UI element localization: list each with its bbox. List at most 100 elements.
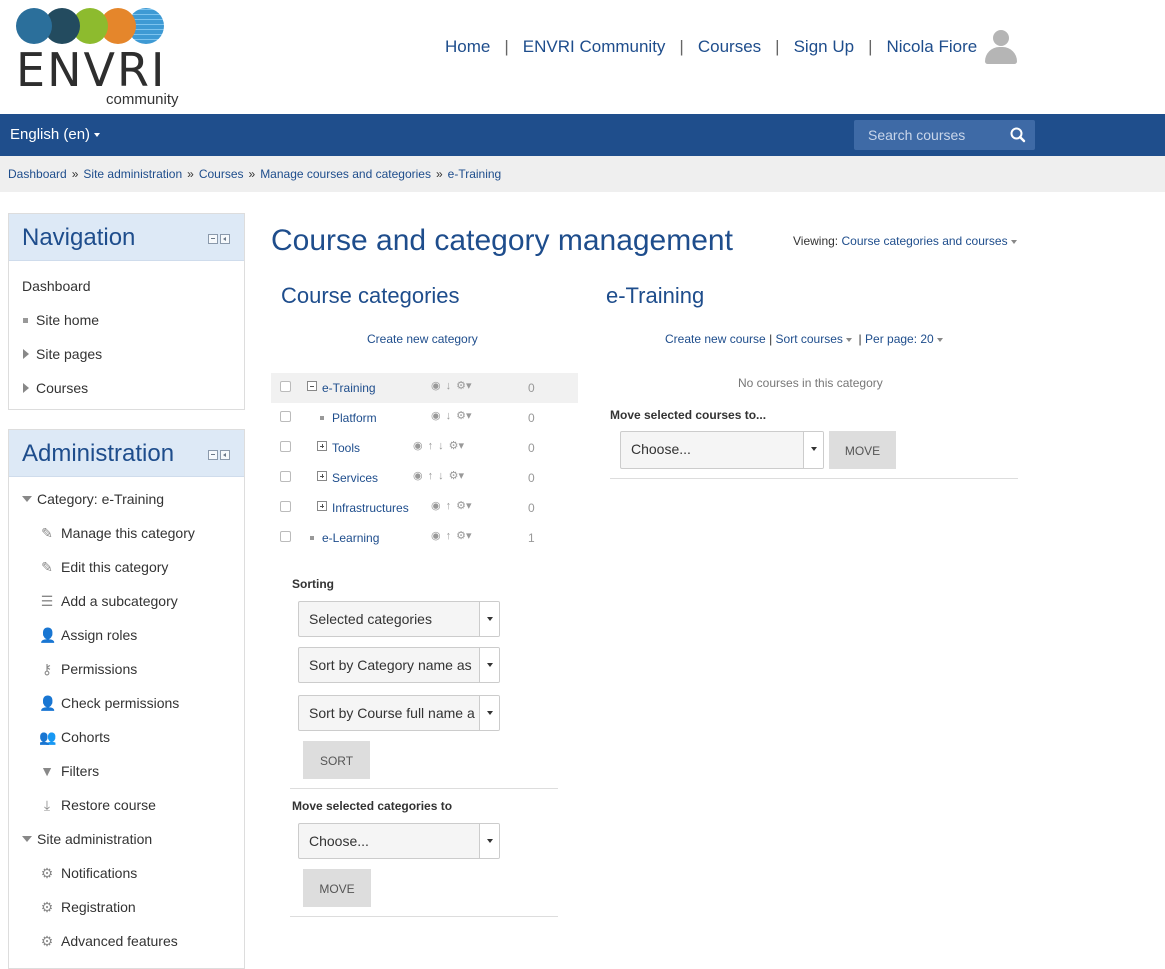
category-row[interactable]: e-Learning ◉ ↑ ⚙▾ 1 [271, 523, 578, 553]
category-checkbox[interactable] [280, 501, 291, 512]
breadcrumb-dashboard[interactable]: Dashboard [8, 167, 67, 181]
sort-button[interactable]: SORT [303, 741, 370, 779]
gear-icon[interactable]: ⚙▾ [449, 440, 464, 452]
eye-icon[interactable]: ◉ [431, 530, 441, 542]
breadcrumb-courses[interactable]: Courses [199, 167, 244, 181]
category-checkbox[interactable] [280, 411, 291, 422]
per-page-menu[interactable]: Per page: 20 [865, 332, 943, 346]
admin-item-advanced-features[interactable]: ⚙ Advanced features [9, 924, 244, 958]
collapse-icon[interactable] [307, 381, 317, 391]
move-up-icon[interactable]: ↑ [428, 470, 434, 482]
gear-icon[interactable]: ⚙▾ [449, 470, 464, 482]
collapse-block-icon[interactable] [208, 450, 218, 460]
sort-courses-select[interactable]: Sort by Course full name a [298, 695, 500, 731]
move-down-icon[interactable]: ↓ [438, 440, 444, 452]
category-checkbox[interactable] [280, 441, 291, 452]
gear-icon[interactable]: ⚙▾ [456, 500, 471, 512]
sort-courses-menu[interactable]: Sort courses [776, 332, 852, 346]
chevron-down-icon [479, 602, 499, 636]
admin-item-edit-this-category[interactable]: ✎ Edit this category [9, 550, 244, 584]
category-name-link[interactable]: e-Learning [322, 531, 379, 545]
move-categories-select[interactable]: Choose... [298, 823, 500, 859]
category-name-link[interactable]: Infrastructures [332, 501, 409, 515]
nav-community-link[interactable]: ENVRI Community [523, 37, 666, 57]
admin-item-check-permissions[interactable]: 👤 Check permissions [9, 686, 244, 720]
move-down-icon[interactable]: ↓ [446, 380, 452, 392]
move-courses-select[interactable]: Choose... [620, 431, 824, 469]
sort-categories-select[interactable]: Sort by Category name as [298, 647, 500, 683]
search-input[interactable] [854, 120, 1004, 150]
move-up-icon[interactable]: ↑ [446, 500, 452, 512]
nav-signup-link[interactable]: Sign Up [794, 37, 854, 57]
nav-item-dashboard[interactable]: Dashboard [9, 269, 244, 303]
admin-item-registration[interactable]: ⚙ Registration [9, 890, 244, 924]
collapse-arrow-icon[interactable] [22, 496, 32, 503]
search-button[interactable] [1001, 120, 1035, 150]
admin-item-add-a-subcategory[interactable]: ☰ Add a subcategory [9, 584, 244, 618]
dock-block-icon[interactable] [220, 234, 230, 244]
move-categories-button[interactable]: MOVE [303, 869, 371, 907]
nav-item-site-home[interactable]: Site home [9, 303, 244, 337]
dock-block-icon[interactable] [220, 450, 230, 460]
collapse-block-icon[interactable] [208, 234, 218, 244]
sort-scope-select[interactable]: Selected categories [298, 601, 500, 637]
move-courses-button[interactable]: MOVE [829, 431, 896, 469]
move-up-icon[interactable]: ↑ [428, 440, 434, 452]
eye-icon[interactable]: ◉ [431, 410, 441, 422]
admin-item-filters[interactable]: ▼ Filters [9, 754, 244, 788]
breadcrumb-manage[interactable]: Manage courses and categories [260, 167, 431, 181]
category-row[interactable]: Tools ◉ ↑ ↓ ⚙▾ 0 [271, 433, 578, 463]
admin-item-permissions[interactable]: ⚷ Permissions [9, 652, 244, 686]
admin-item-restore-course[interactable]: ⤓ Restore course [9, 788, 244, 822]
gear-icon[interactable]: ⚙▾ [456, 410, 471, 422]
category-row[interactable]: Infrastructures ◉ ↑ ⚙▾ 0 [271, 493, 578, 523]
admin-item-assign-roles[interactable]: 👤 Assign roles [9, 618, 244, 652]
view-mode-link[interactable]: Course categories and courses [841, 234, 1017, 248]
eye-icon[interactable]: ◉ [431, 380, 441, 392]
course-count: 0 [528, 471, 535, 485]
category-row[interactable]: Platform ◉ ↓ ⚙▾ 0 [271, 403, 578, 433]
gear-icon[interactable]: ⚙▾ [456, 380, 471, 392]
category-name-link[interactable]: Services [332, 471, 378, 485]
admin-item-manage-this-category[interactable]: ✎ Manage this category [9, 516, 244, 550]
category-row[interactable]: Services ◉ ↑ ↓ ⚙▾ 0 [271, 463, 578, 493]
category-name-link[interactable]: Platform [332, 411, 377, 425]
nav-item-site-pages[interactable]: Site pages [9, 337, 244, 371]
category-checkbox[interactable] [280, 381, 291, 392]
envri-logo[interactable]: ENVRI community [16, 6, 179, 108]
move-down-icon[interactable]: ↓ [438, 470, 444, 482]
user-icon: 👤 [39, 627, 57, 644]
create-course-link[interactable]: Create new course [665, 332, 766, 346]
eye-icon[interactable]: ◉ [413, 470, 423, 482]
expand-icon[interactable] [317, 471, 327, 481]
move-up-icon[interactable]: ↑ [446, 530, 452, 542]
expand-arrow-icon[interactable] [23, 349, 29, 360]
create-category-link[interactable]: Create new category [367, 332, 478, 346]
admin-item-notifications[interactable]: ⚙ Notifications [9, 856, 244, 890]
breadcrumb-etraining[interactable]: e-Training [448, 167, 502, 181]
move-down-icon[interactable]: ↓ [446, 410, 452, 422]
expand-icon[interactable] [317, 441, 327, 451]
category-checkbox[interactable] [280, 531, 291, 542]
category-name-link[interactable]: Tools [332, 441, 360, 455]
expand-icon[interactable] [317, 501, 327, 511]
collapse-arrow-icon[interactable] [22, 836, 32, 843]
category-row[interactable]: e-Training ◉ ↓ ⚙▾ 0 [271, 373, 578, 403]
admin-item-cohorts[interactable]: 👥 Cohorts [9, 720, 244, 754]
nav-home-link[interactable]: Home [445, 37, 490, 57]
user-name-link[interactable]: Nicola Fiore [886, 37, 977, 57]
admin-category-section[interactable]: Category: e-Training [9, 482, 244, 516]
admin-site-administration-section[interactable]: Site administration [9, 822, 244, 856]
breadcrumb-site-admin[interactable]: Site administration [83, 167, 182, 181]
category-name-link[interactable]: e-Training [322, 381, 376, 395]
nav-item-courses[interactable]: Courses [9, 371, 244, 405]
category-checkbox[interactable] [280, 471, 291, 482]
nav-courses-link[interactable]: Courses [698, 37, 761, 57]
divider [290, 916, 558, 917]
eye-icon[interactable]: ◉ [413, 440, 423, 452]
language-menu[interactable]: English (en) [10, 126, 101, 143]
gear-icon[interactable]: ⚙▾ [456, 530, 471, 542]
expand-arrow-icon[interactable] [23, 383, 29, 394]
user-avatar-icon[interactable] [983, 30, 1019, 64]
eye-icon[interactable]: ◉ [431, 500, 441, 512]
